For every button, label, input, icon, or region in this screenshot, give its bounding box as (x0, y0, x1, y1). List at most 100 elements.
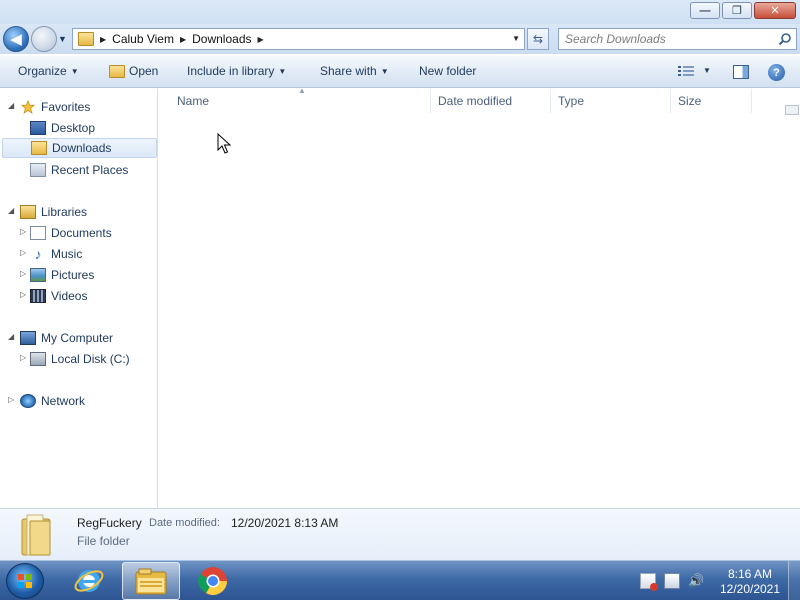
volume-icon[interactable]: 🔊 (688, 573, 704, 589)
nav-label: My Computer (41, 331, 114, 345)
expand-arrow-icon[interactable]: ▷ (8, 395, 14, 404)
new-folder-button[interactable]: New folder (419, 64, 476, 78)
breadcrumb-separator[interactable]: ▶ (258, 35, 264, 44)
chevron-down-icon: ▼ (380, 66, 389, 76)
refresh-button[interactable]: ⇆ (527, 28, 549, 50)
computer-icon (20, 331, 36, 345)
music-icon: ♪ (34, 246, 42, 262)
pictures-icon (30, 268, 46, 282)
back-button[interactable]: ◀ (3, 26, 29, 52)
start-button[interactable] (6, 563, 44, 599)
folder-icon (21, 514, 51, 556)
chevron-down-icon: ▼ (70, 66, 79, 76)
nav-label: Network (41, 394, 86, 408)
share-with-button[interactable]: Share with ▼ (320, 64, 389, 78)
chevron-down-icon: ▼ (278, 66, 287, 76)
nav-videos[interactable]: Videos (30, 286, 87, 306)
selected-item-type: File folder (77, 534, 130, 548)
column-label: Type (558, 94, 585, 108)
nav-label: Libraries (41, 205, 88, 219)
column-label: Name (177, 94, 210, 108)
forward-button[interactable] (31, 26, 57, 52)
share-with-label: Share with (320, 64, 377, 78)
search-input[interactable] (559, 29, 769, 49)
breadcrumb-separator[interactable]: ▶ (100, 35, 106, 44)
collapse-arrow-icon[interactable]: ◢ (8, 206, 14, 215)
date-modified-value: 12/20/2021 8:13 AM (231, 516, 339, 530)
breadcrumb-downloads[interactable]: Downloads (192, 32, 251, 46)
open-button[interactable]: Open (109, 64, 158, 78)
open-folder-icon (109, 64, 125, 78)
action-center-flag-icon[interactable] (640, 573, 658, 591)
search-icon[interactable] (778, 32, 792, 46)
expand-arrow-icon[interactable]: ▷ (20, 290, 26, 299)
libraries-icon (20, 205, 36, 219)
include-in-library-button[interactable]: Include in library ▼ (187, 64, 286, 78)
taskbar-windows-explorer[interactable] (122, 562, 180, 600)
open-label: Open (129, 64, 159, 78)
back-arrow-icon: ◀ (10, 31, 22, 48)
breadcrumb-user[interactable]: Calub Viem (112, 32, 174, 46)
nav-label: Desktop (51, 121, 96, 135)
expand-arrow-icon[interactable]: ▷ (20, 248, 26, 257)
column-header-name[interactable]: Name ▲ (159, 86, 431, 113)
minimize-icon: — (699, 4, 711, 17)
file-list[interactable]: Name ▲ Date modified Type Size (159, 86, 800, 508)
breadcrumb-separator[interactable]: ▶ (180, 35, 186, 44)
scrollbar[interactable] (785, 105, 799, 115)
expand-arrow-icon[interactable]: ▷ (20, 269, 26, 278)
mouse-cursor-icon (217, 133, 231, 154)
nav-documents[interactable]: Documents (30, 223, 112, 243)
clock-time: 8:16 AM (727, 567, 773, 581)
view-options-dropdown[interactable]: ▼ (703, 66, 711, 75)
column-header-date-modified[interactable]: Date modified (432, 89, 551, 113)
column-header-type[interactable]: Type (552, 89, 671, 113)
change-view-icon[interactable] (678, 65, 694, 78)
nav-music[interactable]: ♪ Music (30, 244, 83, 264)
network-tray-icon[interactable] (664, 573, 680, 589)
nav-desktop[interactable]: Desktop (30, 118, 95, 138)
videos-icon (30, 289, 46, 303)
organize-label: Organize (18, 64, 67, 78)
maximize-button[interactable]: ❐ (722, 2, 752, 19)
recent-pages-dropdown[interactable]: ▼ (58, 34, 67, 44)
windows-explorer-icon (135, 568, 167, 595)
column-label: Size (678, 94, 702, 108)
system-clock[interactable]: 8:16 AM 12/20/2021 (716, 567, 784, 597)
expand-arrow-icon[interactable]: ▷ (20, 353, 26, 362)
nav-libraries[interactable]: Libraries (20, 202, 87, 222)
close-button[interactable]: ✕ (754, 2, 796, 19)
show-desktop-button[interactable] (788, 561, 800, 600)
window-controls: — ❐ ✕ (690, 2, 796, 19)
address-history-dropdown[interactable]: ▼ (512, 34, 520, 43)
nav-my-computer[interactable]: My Computer (20, 328, 113, 348)
nav-downloads[interactable]: Downloads (2, 138, 157, 158)
organize-button[interactable]: Organize ▼ (18, 64, 79, 78)
nav-label: Local Disk (C:) (51, 352, 130, 366)
collapse-arrow-icon[interactable]: ◢ (8, 101, 14, 110)
taskbar-internet-explorer[interactable] (60, 562, 118, 600)
windows-logo-icon (18, 574, 32, 588)
column-header-size[interactable]: Size (672, 89, 752, 113)
window-title-bar: — ❐ ✕ (0, 0, 800, 24)
nav-recent-places[interactable]: Recent Places (30, 160, 128, 180)
downloads-folder-icon (31, 141, 47, 155)
taskbar-chrome[interactable] (184, 562, 242, 600)
nav-label: Documents (51, 226, 112, 240)
search-box[interactable] (558, 28, 797, 50)
taskbar: 🔊 8:16 AM 12/20/2021 (0, 560, 800, 600)
collapse-arrow-icon[interactable]: ◢ (8, 332, 14, 341)
preview-pane-icon[interactable] (733, 65, 749, 79)
nav-pictures[interactable]: Pictures (30, 265, 94, 285)
address-bar[interactable]: ▶ Calub Viem ▶ Downloads ▶ ▼ (72, 28, 525, 50)
minimize-button[interactable]: — (690, 2, 720, 19)
sort-ascending-icon: ▲ (298, 86, 306, 95)
help-icon[interactable]: ? (768, 64, 785, 81)
folder-icon (78, 32, 94, 46)
command-bar: Organize ▼ Open Include in library ▼ Share… (0, 56, 800, 88)
expand-arrow-icon[interactable]: ▷ (20, 227, 26, 236)
nav-label: Downloads (52, 141, 112, 155)
nav-local-disk[interactable]: Local Disk (C:) (30, 349, 130, 369)
nav-favorites[interactable]: Favorites (20, 97, 90, 117)
nav-network[interactable]: Network (20, 391, 85, 411)
